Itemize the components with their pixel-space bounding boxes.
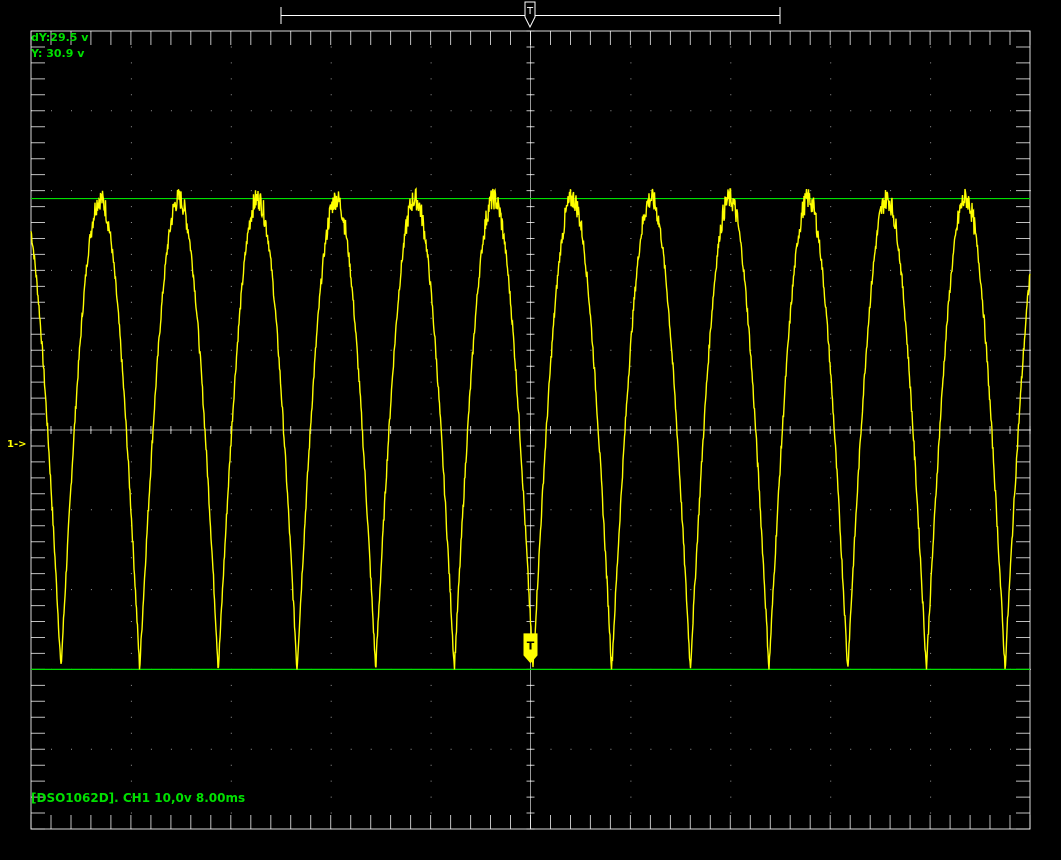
- trigger-position-label: T: [526, 6, 534, 17]
- status-bar: [DSO1062D]. CH1 10,0v 8.00ms: [31, 791, 246, 805]
- channel-1-marker[interactable]: 1->: [7, 439, 27, 450]
- y-value: 30.9 v: [46, 47, 85, 60]
- dy-label: dY:: [31, 31, 51, 44]
- y-readout: Y: 30.9 v: [31, 47, 84, 60]
- y-label: Y:: [31, 47, 47, 60]
- dy-value: 29.5 v: [50, 31, 89, 44]
- oscilloscope-screen: T T: [0, 0, 1061, 860]
- dy-readout: dY:29.5 v: [31, 31, 88, 44]
- trigger-level-label: T: [527, 639, 535, 652]
